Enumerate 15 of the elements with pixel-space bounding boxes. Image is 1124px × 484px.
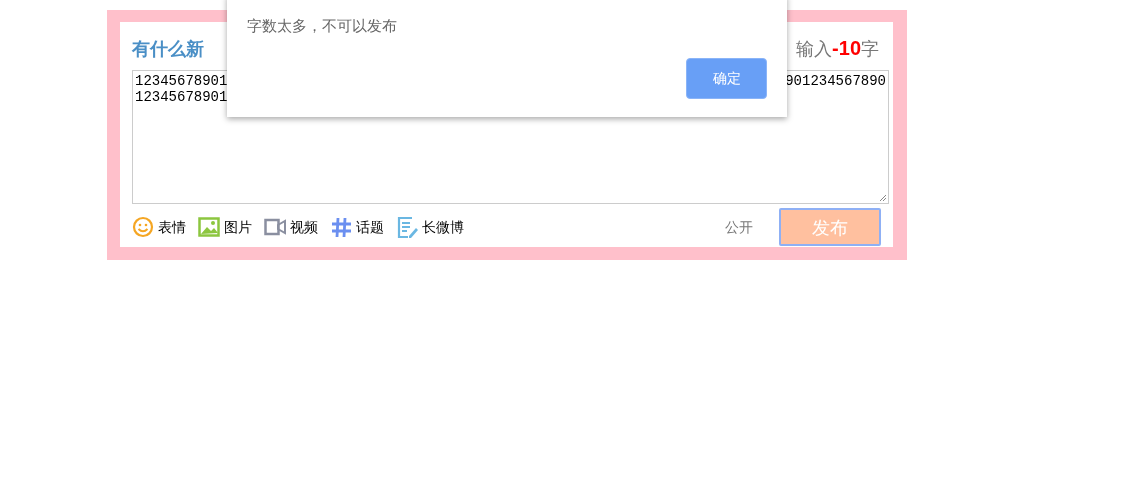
toolbar-link[interactable]: 长微博 [422, 216, 464, 238]
hashtag-icon[interactable] [330, 216, 352, 238]
resize-grip-icon[interactable] [879, 194, 887, 202]
document-edit-icon[interactable] [396, 216, 418, 238]
visibility-option[interactable]: 公开 [725, 216, 753, 238]
character-counter: 输入-10字 [796, 36, 879, 61]
composer-title: 有什么新 [132, 36, 204, 61]
toolbar-link[interactable]: 表情 [158, 216, 186, 238]
smiley-icon[interactable] [132, 216, 154, 238]
toolbar-link[interactable]: 视频 [290, 216, 318, 238]
toolbar-link[interactable]: 图片 [224, 216, 252, 238]
video-camera-icon[interactable] [264, 216, 286, 238]
toolbar-link[interactable]: 话题 [356, 216, 384, 238]
image-icon[interactable] [198, 216, 220, 238]
alert-message: 字数太多，不可以发布 [247, 16, 398, 37]
